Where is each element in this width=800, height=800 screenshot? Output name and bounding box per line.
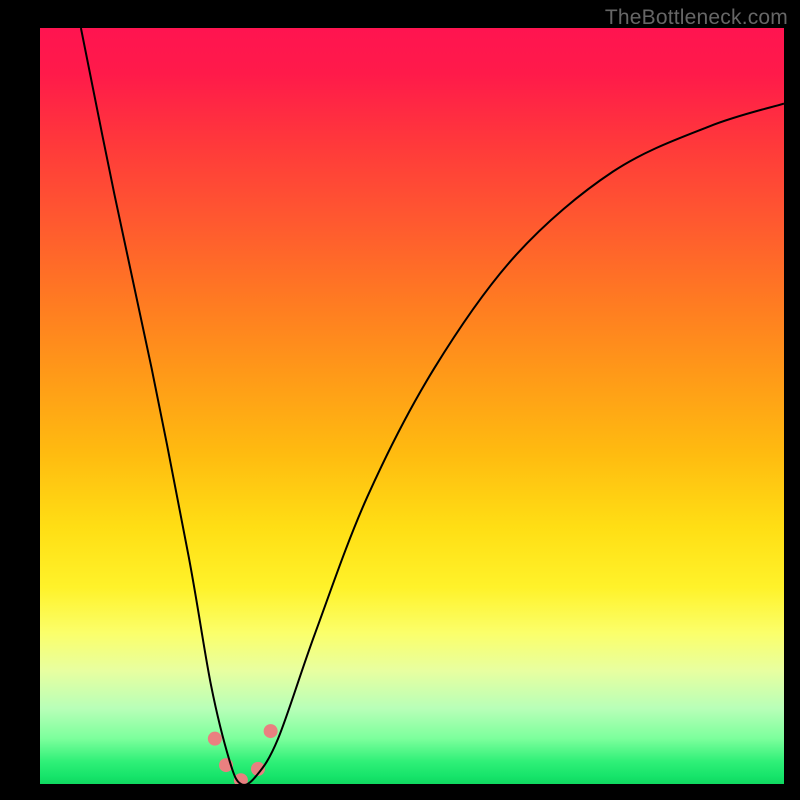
plot-area (40, 28, 784, 784)
curve-marker (264, 724, 278, 738)
curve-layer (40, 28, 784, 784)
chart-frame: TheBottleneck.com (0, 0, 800, 800)
marker-group (208, 724, 278, 784)
bottleneck-curve (81, 28, 784, 784)
watermark-text: TheBottleneck.com (605, 6, 788, 30)
curve-marker (208, 732, 222, 746)
